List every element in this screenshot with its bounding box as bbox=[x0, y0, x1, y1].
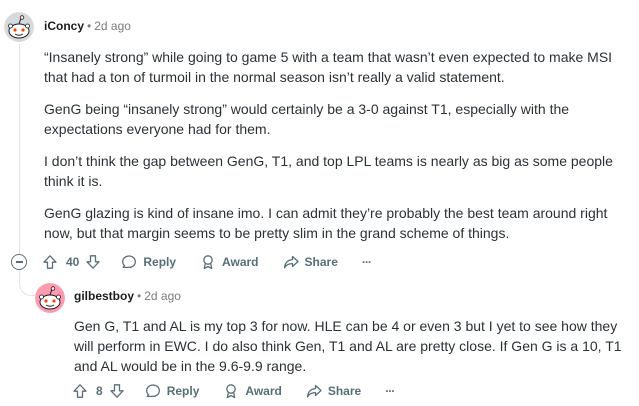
comment-author[interactable]: iConcy bbox=[44, 19, 84, 33]
minus-icon bbox=[15, 261, 23, 263]
comment-paragraph: Gen G, T1 and AL is my top 3 for now. HL… bbox=[74, 318, 622, 374]
award-label: Award bbox=[222, 255, 259, 269]
vote-group: 8 bbox=[72, 379, 125, 403]
comment-time[interactable]: 2d ago bbox=[144, 289, 181, 303]
comment-bubble-icon bbox=[145, 383, 161, 399]
upvote-icon[interactable] bbox=[42, 254, 58, 270]
comment-paragraph: “Insanely strong” while going to game 5 … bbox=[44, 49, 613, 85]
comment-paragraph: GenG glazing is kind of insane imo. I ca… bbox=[44, 205, 608, 241]
vote-count: 40 bbox=[66, 255, 80, 269]
comment-author[interactable]: gilbestboy bbox=[74, 289, 134, 303]
comment-action-bar: 8 Reply Award Share ··· bbox=[72, 379, 395, 403]
avatar[interactable] bbox=[4, 12, 34, 42]
award-icon bbox=[200, 254, 216, 270]
avatar[interactable] bbox=[35, 283, 65, 313]
reply-button[interactable]: Reply bbox=[121, 250, 176, 274]
share-label: Share bbox=[304, 255, 338, 269]
award-button[interactable]: Award bbox=[223, 379, 282, 403]
reply-label: Reply bbox=[143, 255, 177, 269]
award-icon bbox=[223, 383, 239, 399]
vote-count: 8 bbox=[96, 384, 103, 398]
more-options-button[interactable]: ··· bbox=[361, 250, 372, 274]
more-options-button[interactable]: ··· bbox=[385, 379, 395, 403]
comment-body: “Insanely strong” while going to game 5 … bbox=[44, 47, 624, 243]
share-icon bbox=[283, 254, 299, 270]
vote-group: 40 bbox=[42, 250, 101, 274]
meta-separator: • bbox=[137, 289, 142, 303]
meta-separator: • bbox=[87, 19, 92, 33]
thread-line bbox=[19, 44, 20, 254]
share-button[interactable]: Share bbox=[283, 250, 338, 274]
reply-label: Reply bbox=[166, 384, 200, 398]
comment-meta: gilbestboy • 2d ago bbox=[74, 288, 181, 304]
more-options-icon: ··· bbox=[385, 384, 395, 398]
comment-time[interactable]: 2d ago bbox=[94, 19, 131, 33]
upvote-icon[interactable] bbox=[72, 383, 88, 399]
collapse-thread-button[interactable] bbox=[11, 254, 27, 270]
downvote-icon[interactable] bbox=[85, 254, 101, 270]
reply-connector bbox=[19, 270, 35, 296]
award-button[interactable]: Award bbox=[200, 250, 259, 274]
comment-paragraph: GenG being “insanely strong” would certa… bbox=[44, 101, 570, 137]
award-label: Award bbox=[245, 384, 282, 398]
reply-button[interactable]: Reply bbox=[145, 379, 200, 403]
downvote-icon[interactable] bbox=[109, 383, 125, 399]
share-button[interactable]: Share bbox=[306, 379, 361, 403]
more-options-icon: ··· bbox=[361, 255, 372, 269]
share-label: Share bbox=[327, 384, 362, 398]
share-icon bbox=[306, 383, 322, 399]
comment-bubble-icon bbox=[121, 254, 137, 270]
comment-action-bar: 40 Reply Award Share ··· bbox=[42, 250, 372, 274]
comment-body: Gen G, T1 and AL is my top 3 for now. HL… bbox=[74, 316, 629, 376]
comment-meta: iConcy • 2d ago bbox=[44, 18, 131, 34]
comment-paragraph: I don’t think the gap between GenG, T1, … bbox=[44, 153, 613, 189]
